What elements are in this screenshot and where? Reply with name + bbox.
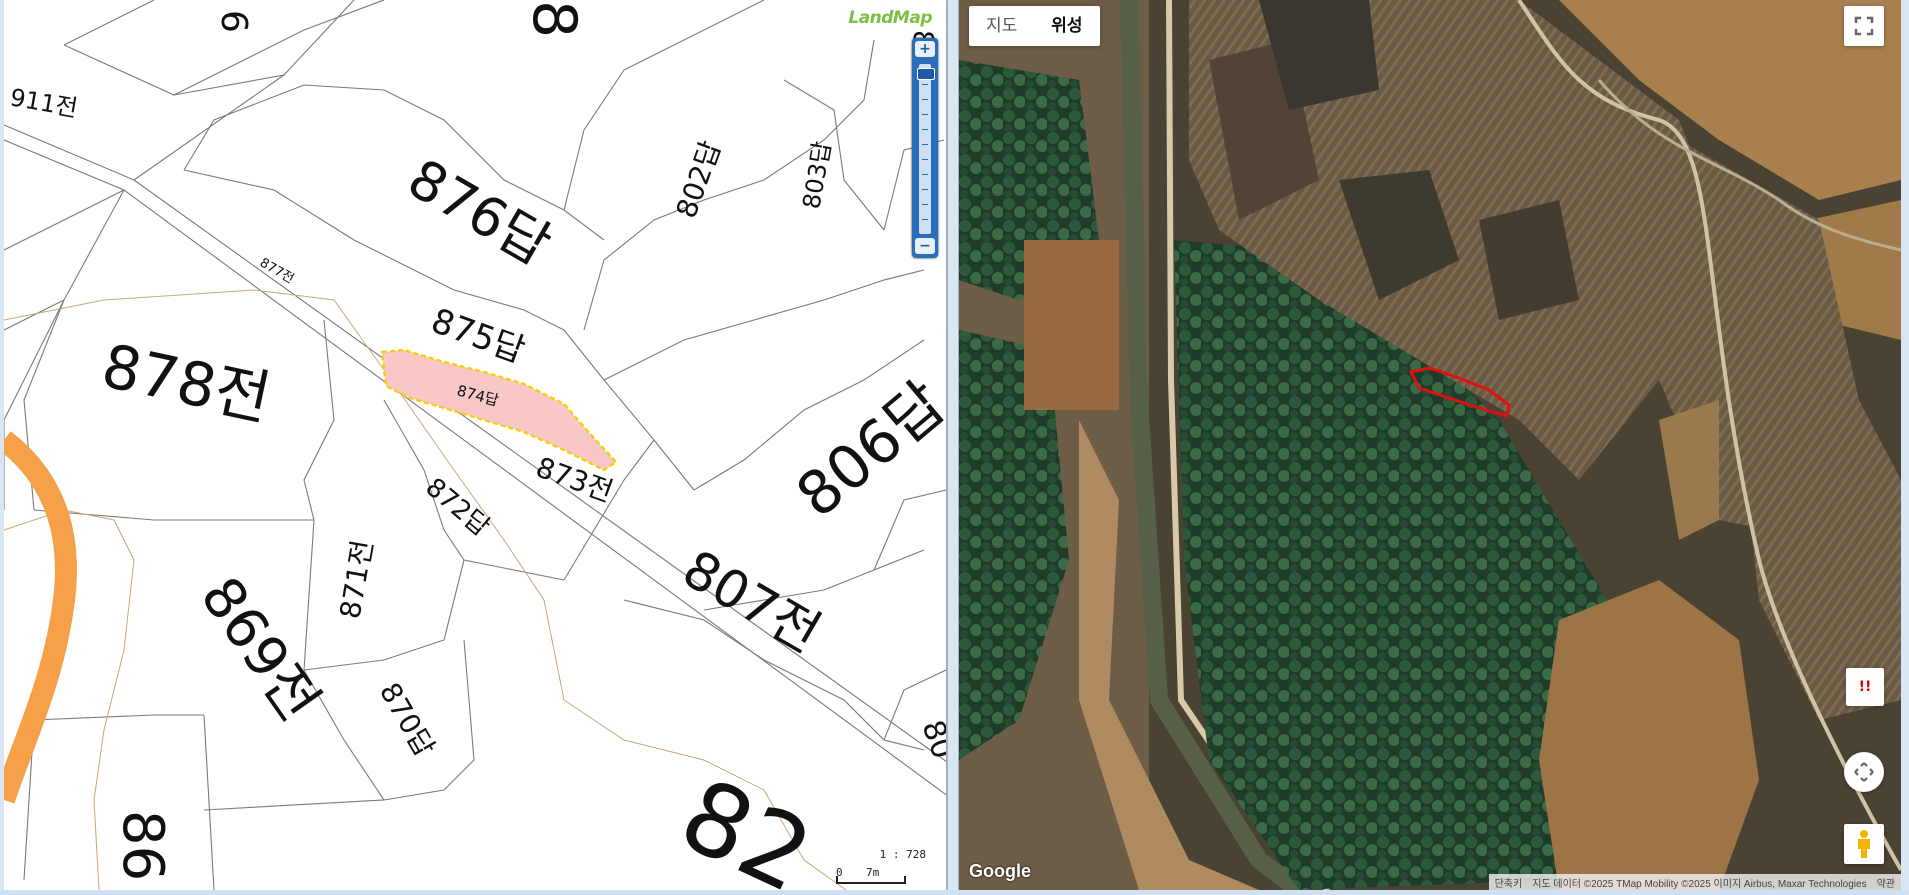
- parcel-label: 6: [213, 10, 254, 33]
- cadastral-map-canvas: 911전 876답 802답 803답 877전 875답 878전 874답 …: [4, 0, 946, 890]
- bottom-border: [0, 890, 1909, 895]
- parcel-label: 875답: [426, 301, 530, 371]
- parcel-label: 876답: [398, 147, 562, 278]
- cadastral-map[interactable]: 911전 876답 802답 803답 877전 875답 878전 874답 …: [4, 0, 947, 890]
- pane-divider[interactable]: [947, 0, 959, 895]
- parcel-label: 878전: [96, 331, 277, 435]
- scale-bar: [836, 876, 906, 884]
- parcel-label: 872답: [420, 472, 496, 542]
- map-data-attribution: 지도 데이터 ©2025 TMap Mobility ©2025 이미지 Air…: [1532, 878, 1867, 890]
- map-attribution: 단축키 지도 데이터 ©2025 TMap Mobility ©2025 이미지…: [1488, 874, 1901, 890]
- landmap-logo: LandMap: [848, 8, 932, 28]
- fullscreen-button[interactable]: [1844, 6, 1884, 46]
- camera-control-button[interactable]: [1844, 752, 1884, 792]
- parcel-label: 803답: [797, 139, 836, 211]
- parcel-labels: 911전 876답 802답 803답 877전 875답 878전 874답 …: [8, 0, 946, 890]
- scale-indicator: 1 : 728 0 7m: [836, 848, 926, 884]
- zoom-in-button[interactable]: +: [915, 41, 935, 57]
- zoom-slider-thumb[interactable]: [917, 68, 935, 80]
- keyboard-shortcuts-link[interactable]: 단축키: [1495, 875, 1523, 890]
- map-type-satellite-button[interactable]: 위성: [1034, 6, 1099, 46]
- parcel-label: 869전: [188, 566, 332, 733]
- parcel-label: 82: [664, 756, 829, 890]
- scale-ratio: 1 : 728: [879, 848, 926, 861]
- road-line: [4, 431, 77, 804]
- pegman-icon: [1858, 830, 1870, 858]
- map-type-control[interactable]: 지도 위성: [969, 6, 1100, 46]
- parcel-label: 871전: [333, 537, 379, 621]
- parcel-label: 807전: [673, 539, 830, 665]
- parcel-label: 911전: [8, 83, 80, 122]
- satellite-map[interactable]: 지도 위성 !! Google 단축키 지도 데이터 ©2025 TMap Mo…: [959, 0, 1901, 890]
- terms-link[interactable]: 약관: [1877, 875, 1895, 890]
- parcel-label: 86: [110, 810, 175, 881]
- zoom-control[interactable]: + −: [912, 38, 938, 258]
- parcel-label: 806답: [784, 369, 946, 532]
- parcel-label: 802답: [670, 137, 728, 223]
- parcel-label: 8: [519, 0, 589, 38]
- zoom-out-button[interactable]: −: [915, 238, 935, 254]
- google-logo: Google: [969, 861, 1031, 881]
- parcel-label: 80: [914, 716, 946, 764]
- map-type-map-button[interactable]: 지도: [969, 6, 1034, 46]
- report-button[interactable]: !!: [1846, 668, 1884, 706]
- move-camera-icon: [1854, 762, 1874, 782]
- street-view-button[interactable]: [1844, 824, 1884, 864]
- highlight-parcel: [380, 348, 618, 472]
- zoom-slider-track[interactable]: [917, 64, 935, 234]
- fullscreen-icon: [1854, 16, 1874, 36]
- parcel-label: 870답: [373, 677, 441, 762]
- satellite-image: [959, 0, 1901, 890]
